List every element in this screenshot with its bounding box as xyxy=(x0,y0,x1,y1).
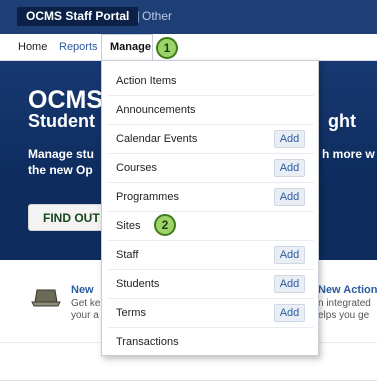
portal-title-link[interactable]: OCMS Staff Portal xyxy=(17,7,139,26)
menu-item-announcements[interactable]: Announcements xyxy=(108,96,314,125)
hero-body-line-2: the new Op xyxy=(28,163,93,177)
menu-item-transactions[interactable]: Transactions xyxy=(108,328,314,357)
menu-item-staff[interactable]: Staff Add xyxy=(108,241,314,270)
menu-item-terms[interactable]: Terms Add xyxy=(108,299,314,328)
separator: | xyxy=(137,9,141,23)
step-2-callout: 2 xyxy=(154,214,176,236)
menu-item-label: Students xyxy=(116,278,160,290)
add-course-button[interactable]: Add xyxy=(274,159,305,177)
feature-right-desc-1: n integrated xyxy=(318,298,371,309)
menu-item-label: Announcements xyxy=(116,104,196,116)
menu-item-label: Action Items xyxy=(116,75,177,87)
add-staff-button[interactable]: Add xyxy=(274,246,305,264)
menu-item-programmes[interactable]: Programmes Add xyxy=(108,183,314,212)
step-1-callout: 1 xyxy=(156,37,178,59)
menu-item-label: Terms xyxy=(116,307,146,319)
add-term-button[interactable]: Add xyxy=(274,304,305,322)
nav-home[interactable]: Home xyxy=(18,41,47,53)
menu-item-students[interactable]: Students Add xyxy=(108,270,314,299)
laptop-icon xyxy=(31,289,61,307)
main-nav: Home Reports Manage xyxy=(0,34,377,61)
menu-item-sites[interactable]: Sites xyxy=(108,212,314,241)
hero-subtitle-right: ght xyxy=(328,111,356,131)
other-link[interactable]: Other xyxy=(142,9,172,23)
menu-item-label: Staff xyxy=(116,249,139,261)
feature-left-desc-2: your a xyxy=(71,310,99,321)
feature-left-title[interactable]: New xyxy=(71,284,94,296)
feature-right-desc-2: elps you ge xyxy=(318,310,370,321)
nav-reports[interactable]: Reports xyxy=(59,41,98,53)
menu-item-label: Sites xyxy=(116,220,141,232)
add-student-button[interactable]: Add xyxy=(274,275,305,293)
add-calendar-event-button[interactable]: Add xyxy=(274,130,305,148)
find-out-button[interactable]: FIND OUT xyxy=(28,204,104,231)
feature-left-desc-1: Get ke xyxy=(71,298,101,309)
nav-manage[interactable]: Manage xyxy=(101,34,153,61)
hero-body-line-1-right: h more w xyxy=(322,147,375,161)
manage-dropdown-menu: Action Items Announcements Calendar Even… xyxy=(101,60,319,356)
add-programme-button[interactable]: Add xyxy=(274,188,305,206)
menu-item-courses[interactable]: Courses Add xyxy=(108,154,314,183)
menu-item-action-items[interactable]: Action Items xyxy=(108,67,314,96)
hero-subtitle-left: Student r xyxy=(28,111,107,131)
feature-right-title[interactable]: New Action xyxy=(318,284,377,296)
menu-item-label: Calendar Events xyxy=(116,133,198,145)
hero-body-line-1: Manage stu xyxy=(28,147,95,161)
menu-item-label: Courses xyxy=(116,162,157,174)
menu-item-label: Transactions xyxy=(116,336,179,348)
menu-item-calendar-events[interactable]: Calendar Events Add xyxy=(108,125,314,154)
top-bar: OCMS Staff Portal | Other xyxy=(0,0,377,34)
menu-item-label: Programmes xyxy=(116,191,179,203)
